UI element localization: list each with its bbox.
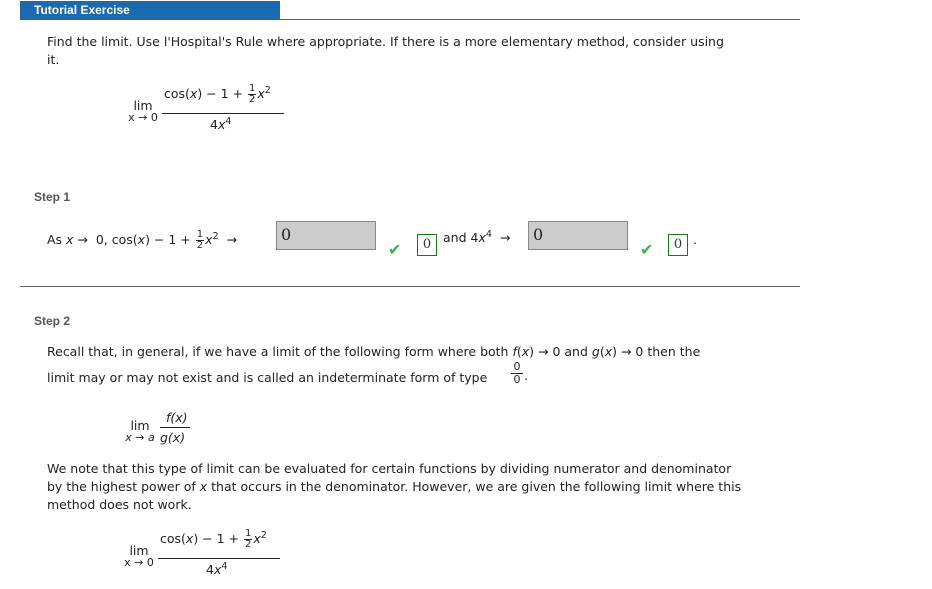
step1-var: x [137, 232, 146, 247]
num-exponent: 2 [264, 84, 271, 96]
num-text: cos( [164, 86, 190, 101]
exponent: 2 [212, 230, 219, 242]
step-2-label: Step 2 [34, 314, 71, 328]
answer-input-1[interactable]: 0 [276, 221, 376, 250]
para-text: ) → 0 and [529, 344, 592, 359]
num-text: ) − 1 + [193, 531, 243, 546]
answer-input-2[interactable]: 0 [528, 221, 628, 250]
header-title: Tutorial Exercise [34, 3, 130, 17]
lim-label: lim x → 0 [122, 544, 156, 569]
step-2-para-3: We note that this type of limit can be e… [47, 460, 741, 514]
type-den: 0 [513, 373, 521, 386]
numerator: cos(x) − 1 + 1 2 x2 [164, 84, 271, 105]
fraction-bar [160, 427, 190, 428]
lim-sub: x → 0 [128, 111, 158, 124]
type-period: . [524, 368, 528, 383]
step-divider [20, 286, 800, 287]
prompt-line-2: it. [47, 52, 60, 67]
half-den: 2 [249, 94, 256, 105]
num-text: ) − 1 + [197, 86, 247, 101]
denominator: 4x4 [206, 561, 227, 577]
step-1-period: . [693, 232, 697, 247]
half-den: 2 [245, 539, 252, 550]
checkmark-icon: ✔ [388, 240, 402, 259]
lim-label: lim x → 0 [126, 99, 160, 124]
checkmark-icon: ✔ [640, 240, 654, 259]
general-denominator: g(x) [160, 430, 186, 445]
num-text: cos( [160, 531, 186, 546]
para-text: that occurs in the denominator. However,… [207, 479, 742, 494]
para-line: method does not work. [47, 497, 192, 512]
half-fraction: 12 [244, 529, 253, 550]
para-line: We note that this type of limit can be e… [47, 461, 732, 476]
den-exponent: 4 [225, 116, 232, 127]
lim-label: lim x → a [122, 419, 158, 444]
prompt-text: Find the limit. Use l'Hospital's Rule wh… [47, 33, 724, 69]
step1-text: 0, cos( [95, 232, 138, 247]
half-fraction: 12 [248, 84, 257, 105]
step-1-and-text: and 4x4 → [443, 229, 510, 245]
para-text: Recall that, in general, if we have a li… [47, 344, 513, 359]
arrow-icon: → [499, 230, 511, 246]
arrow-icon: → [226, 232, 238, 247]
sub-a: a [147, 431, 155, 444]
step-2-para-2: limit may or may not exist and is called… [47, 369, 487, 387]
step-1-statement: As x → 0, cos(x) − 1 + 1 2 x2 → [47, 222, 237, 256]
header-underline [20, 19, 800, 20]
lim-sub: x → 0 [124, 556, 154, 569]
correct-answer-1: 0 [417, 234, 437, 256]
numerator: cos(x) − 1 + 1 2 x2 [160, 529, 267, 550]
para-text: limit may or may not exist and is called… [47, 370, 488, 385]
num-exponent: 2 [260, 529, 267, 541]
para-text: ) → 0 then the [612, 344, 701, 359]
step-2-para-1: Recall that, in general, if we have a li… [47, 343, 700, 361]
para-line: by the highest power of x that occurs in… [47, 478, 741, 496]
limit-expression: lim x → 0 cos(x) − 1 + 1 2 x2 4x4 [126, 80, 286, 135]
den-exponent: 4 [221, 561, 228, 572]
step-1-label: Step 1 [34, 190, 71, 204]
fraction-bar [158, 558, 280, 559]
half-fraction: 12 [195, 230, 205, 251]
half-den: 2 [196, 240, 204, 251]
and-text: and 4 [443, 230, 479, 246]
exponent: 4 [485, 229, 492, 240]
correct-answer-2: 0 [668, 234, 688, 256]
arrow-icon: → [73, 232, 92, 247]
general-numerator: f(x) [166, 410, 188, 425]
para-text: by the highest power of [47, 479, 200, 494]
num-var: x [253, 531, 261, 546]
step1-text: As [47, 232, 67, 247]
num-var: x [257, 86, 265, 101]
prompt-line-1: Find the limit. Use l'Hospital's Rule wh… [47, 34, 724, 49]
step1-text: ) − 1 + [145, 232, 195, 247]
den-coef: 4 [206, 562, 214, 578]
lim-sub: x → a [122, 432, 158, 444]
denominator: 4x4 [210, 116, 231, 132]
and-var: x [478, 230, 486, 246]
general-limit-expression: lim x → a f(x) g(x) [122, 408, 202, 448]
func-g: g [591, 344, 600, 359]
type-fraction: 0 0 [511, 361, 523, 386]
den-coef: 4 [210, 117, 218, 133]
limit-expression-repeat: lim x → 0 cos(x) − 1 + 1 2 x2 4x4 [122, 525, 282, 580]
step1-var: x [205, 232, 213, 247]
var-x: x [604, 344, 613, 359]
fraction-bar [162, 113, 284, 114]
arrow-icon: → [131, 431, 148, 444]
